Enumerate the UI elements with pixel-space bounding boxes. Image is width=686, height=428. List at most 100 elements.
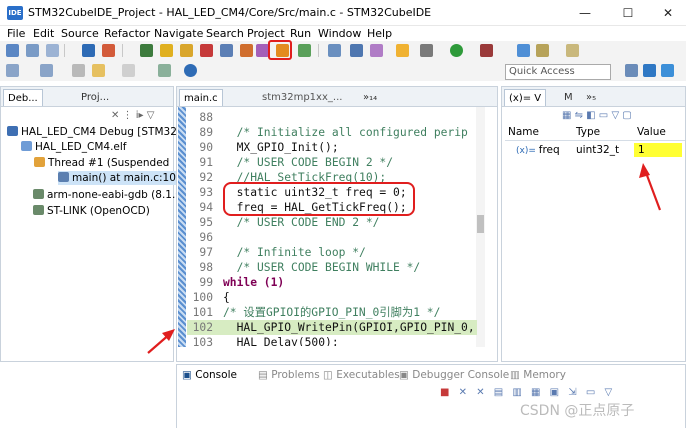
perspective-debug-icon[interactable] xyxy=(661,64,674,77)
disconnect-icon[interactable] xyxy=(220,44,233,57)
tab-memory[interactable]: ▥ Memory xyxy=(510,369,566,381)
tree-item[interactable]: HAL_LED_CM4.elf xyxy=(21,140,126,154)
tree-item[interactable]: arm-none-eabi-gdb (8.1.0. xyxy=(33,188,185,202)
tab-console[interactable]: ▣ Console xyxy=(182,369,237,381)
column-name: Name xyxy=(508,126,539,138)
menu-edit[interactable]: Edit xyxy=(33,26,54,41)
forward-icon[interactable] xyxy=(122,64,135,77)
debug-config-icon[interactable] xyxy=(102,44,115,57)
tree-item[interactable]: Thread #1 (Suspended xyxy=(34,156,169,170)
title-bar: IDE STM32CubeIDE_Project - HAL_LED_CM4/C… xyxy=(0,0,686,26)
tree-item[interactable]: HAL_LED_CM4 Debug [STM32 xyxy=(7,125,177,139)
tab-executables[interactable]: ◫ Executables xyxy=(323,369,400,381)
variable-value[interactable]: 1 xyxy=(634,143,682,157)
back-icon[interactable] xyxy=(92,64,105,77)
code-line: 88 xyxy=(199,111,213,124)
menu-search[interactable]: Search xyxy=(206,26,244,41)
tab-overflow[interactable]: »₁₄ xyxy=(363,89,377,106)
main-toolbar xyxy=(0,41,686,61)
perspective-mx-icon[interactable] xyxy=(643,64,656,77)
menu-refactor[interactable]: Refactor xyxy=(104,26,150,41)
variable-row[interactable]: (x)= freq xyxy=(516,143,560,158)
minimize-button[interactable]: — xyxy=(570,4,600,22)
skip-breakpoints-icon[interactable] xyxy=(140,44,153,57)
resume-icon[interactable] xyxy=(160,44,173,57)
tab-problems[interactable]: ▤ Problems xyxy=(258,369,320,381)
variable-type: uint32_t xyxy=(576,144,620,156)
step-return-icon[interactable] xyxy=(298,44,311,57)
suspend-icon[interactable] xyxy=(180,44,193,57)
code-line: 90 MX_GPIO_Init(); xyxy=(199,141,339,154)
code-line: 99 while (1) xyxy=(199,276,285,289)
instruction-step-icon[interactable] xyxy=(328,44,341,57)
hand-icon[interactable] xyxy=(396,44,409,57)
debug-panel: Deb... Proj... ✕ ⋮ i▸ ▽ HAL_LED_CM4 Debu… xyxy=(0,86,187,362)
external-tools-icon[interactable] xyxy=(480,44,493,57)
column-value: Value xyxy=(637,126,666,138)
tab-debug[interactable]: Deb... xyxy=(3,89,43,106)
menu-navigate[interactable]: Navigate xyxy=(154,26,203,41)
highlight-box-code xyxy=(223,182,415,216)
restart-icon[interactable] xyxy=(370,44,383,57)
last-edit-icon[interactable] xyxy=(72,64,85,77)
save-all-icon[interactable] xyxy=(46,44,59,57)
debug-launch-icon xyxy=(7,126,18,136)
stlink-icon xyxy=(33,205,44,215)
menu-project[interactable]: Project xyxy=(247,26,285,41)
debug-panel-actions[interactable]: ✕ ⋮ i▸ ▽ xyxy=(111,110,171,122)
build-icon[interactable] xyxy=(82,44,95,57)
step-into-icon[interactable] xyxy=(240,44,253,57)
tree-item-selected[interactable]: main() at main.c:102 xyxy=(58,171,187,185)
close-button[interactable]: ✕ xyxy=(653,4,683,22)
elf-icon xyxy=(21,141,32,151)
prev-annotation-icon[interactable] xyxy=(40,64,53,77)
tab-debugger-console[interactable]: ▣ Debugger Console xyxy=(399,369,509,381)
app-logo-icon: IDE xyxy=(7,6,23,20)
debug-tabbar: Deb... Proj... xyxy=(1,87,173,107)
info-icon[interactable] xyxy=(184,64,197,77)
problems-icon: ▤ xyxy=(258,369,272,381)
console-icon: ▣ xyxy=(182,369,196,381)
gear-icon[interactable] xyxy=(420,44,433,57)
tab-modules[interactable]: M xyxy=(564,89,573,106)
variables-toolbar[interactable]: ▦ ⇋ ◧ ▭ ▽ ▢ xyxy=(562,110,682,122)
terminate-icon[interactable] xyxy=(200,44,213,57)
executables-icon: ◫ xyxy=(323,369,337,381)
variable-icon: (x)= xyxy=(516,146,539,156)
tab-main-c[interactable]: main.c xyxy=(179,89,223,106)
editor-scrollbar[interactable] xyxy=(476,107,485,347)
menu-window[interactable]: Window xyxy=(318,26,361,41)
filter-icon[interactable] xyxy=(350,44,363,57)
maximize-button[interactable]: ☐ xyxy=(613,4,643,22)
pencil-icon[interactable] xyxy=(566,44,579,57)
menu-file[interactable]: File xyxy=(7,26,25,41)
open-editor-icon[interactable] xyxy=(158,64,171,77)
tab-variables[interactable]: (x)= V xyxy=(504,89,547,106)
editor-tabbar: main.c stm32mp1xx_... »₁₄ xyxy=(177,87,497,107)
pin-icon[interactable] xyxy=(536,44,549,57)
run-icon[interactable] xyxy=(450,44,463,57)
quick-access-input[interactable]: Quick Access xyxy=(505,64,611,80)
tab-overflow[interactable]: »₅ xyxy=(586,89,596,106)
new-icon[interactable] xyxy=(6,44,19,57)
code-line: 103 HAL_Delay(500); xyxy=(192,336,339,346)
save-icon[interactable] xyxy=(26,44,39,57)
code-line: 97 /* Infinite loop */ xyxy=(199,246,366,259)
menu-run[interactable]: Run xyxy=(290,26,311,41)
menu-bar: File Edit Source Refactor Navigate Searc… xyxy=(0,26,686,41)
variables-tabbar: (x)= V M »₅ xyxy=(502,87,685,107)
menu-help[interactable]: Help xyxy=(367,26,392,41)
overview-ruler xyxy=(178,107,186,347)
tab-project[interactable]: Proj... xyxy=(81,89,109,106)
menu-source[interactable]: Source xyxy=(61,26,99,41)
memory-icon: ▥ xyxy=(510,369,524,381)
next-annotation-icon[interactable] xyxy=(6,64,19,77)
code-line-current: 102 HAL_GPIO_WritePin(GPIOI,GPIO_PIN_0, xyxy=(187,320,477,335)
stack-frame-icon xyxy=(58,172,69,182)
perspective-1-icon[interactable] xyxy=(625,64,638,77)
tree-item[interactable]: ST-LINK (OpenOCD) xyxy=(33,204,150,218)
open-perspective-icon[interactable] xyxy=(517,44,530,57)
console-toolbar[interactable]: ■ ✕ ✕ ▤ ▥ ▦ ▣ ⇲ ▭ ▽ xyxy=(440,387,680,401)
thread-icon xyxy=(34,157,45,167)
tab-stm32mp1xx[interactable]: stm32mp1xx_... xyxy=(262,89,342,106)
